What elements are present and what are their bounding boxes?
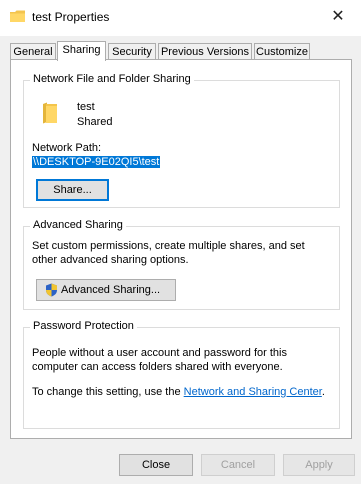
tab-label: General [13,46,53,58]
share-button-label: Share... [53,184,92,196]
change-setting-prefix: To change this setting, use the [32,386,184,398]
group-title: Network File and Folder Sharing [30,73,194,85]
sharing-panel: Network File and Folder Sharing test Sha… [10,59,352,439]
network-sharing-center-link[interactable]: Network and Sharing Center [184,386,322,398]
uac-shield-icon [45,283,58,304]
tab-previous-versions[interactable]: Previous Versions [158,43,252,60]
tab-sharing[interactable]: Sharing [57,41,106,61]
group-title: Advanced Sharing [30,219,126,231]
share-button[interactable]: Share... [36,179,109,201]
share-status: Shared [77,116,113,128]
tab-general[interactable]: General [10,43,56,60]
close-window-button[interactable]: ✕ [325,6,351,28]
tab-label: Customize [256,46,308,58]
cancel-button[interactable]: Cancel [201,454,275,476]
cancel-button-label: Cancel [220,459,256,471]
network-path-value[interactable]: \\DESKTOP-9E02QI5\test [32,156,161,168]
close-button[interactable]: Close [119,454,193,476]
password-protection-description: People without a user account and passwo… [32,347,287,373]
advanced-sharing-button-label: Advanced Sharing... [61,284,161,296]
tab-label: Security [112,46,152,58]
apply-button[interactable]: Apply [283,454,355,476]
apply-button-label: Apply [305,459,333,471]
folder-icon [42,102,58,127]
tab-label: Previous Versions [160,46,250,58]
change-setting-text: To change this setting, use the Network … [32,386,325,398]
tab-security[interactable]: Security [108,43,156,60]
network-sharing-group: Network File and Folder Sharing test Sha… [23,73,340,208]
change-setting-suffix: . [321,386,325,398]
advanced-sharing-button[interactable]: Advanced Sharing... [36,279,176,301]
password-protection-group: Password Protection People without a use… [23,320,340,429]
folder-icon [10,10,26,23]
tab-customize[interactable]: Customize [254,43,310,60]
group-title: Password Protection [30,320,137,332]
folder-name: test [77,101,95,113]
window-title: test Properties [32,10,110,24]
advanced-sharing-group: Advanced Sharing Set custom permissions,… [23,219,340,310]
close-button-label: Close [141,459,171,471]
tab-label: Sharing [62,44,101,56]
title-bar: test Properties ✕ [0,0,361,36]
advanced-sharing-description: Set custom permissions, create multiple … [32,240,305,266]
network-path-label: Network Path: [32,142,102,154]
